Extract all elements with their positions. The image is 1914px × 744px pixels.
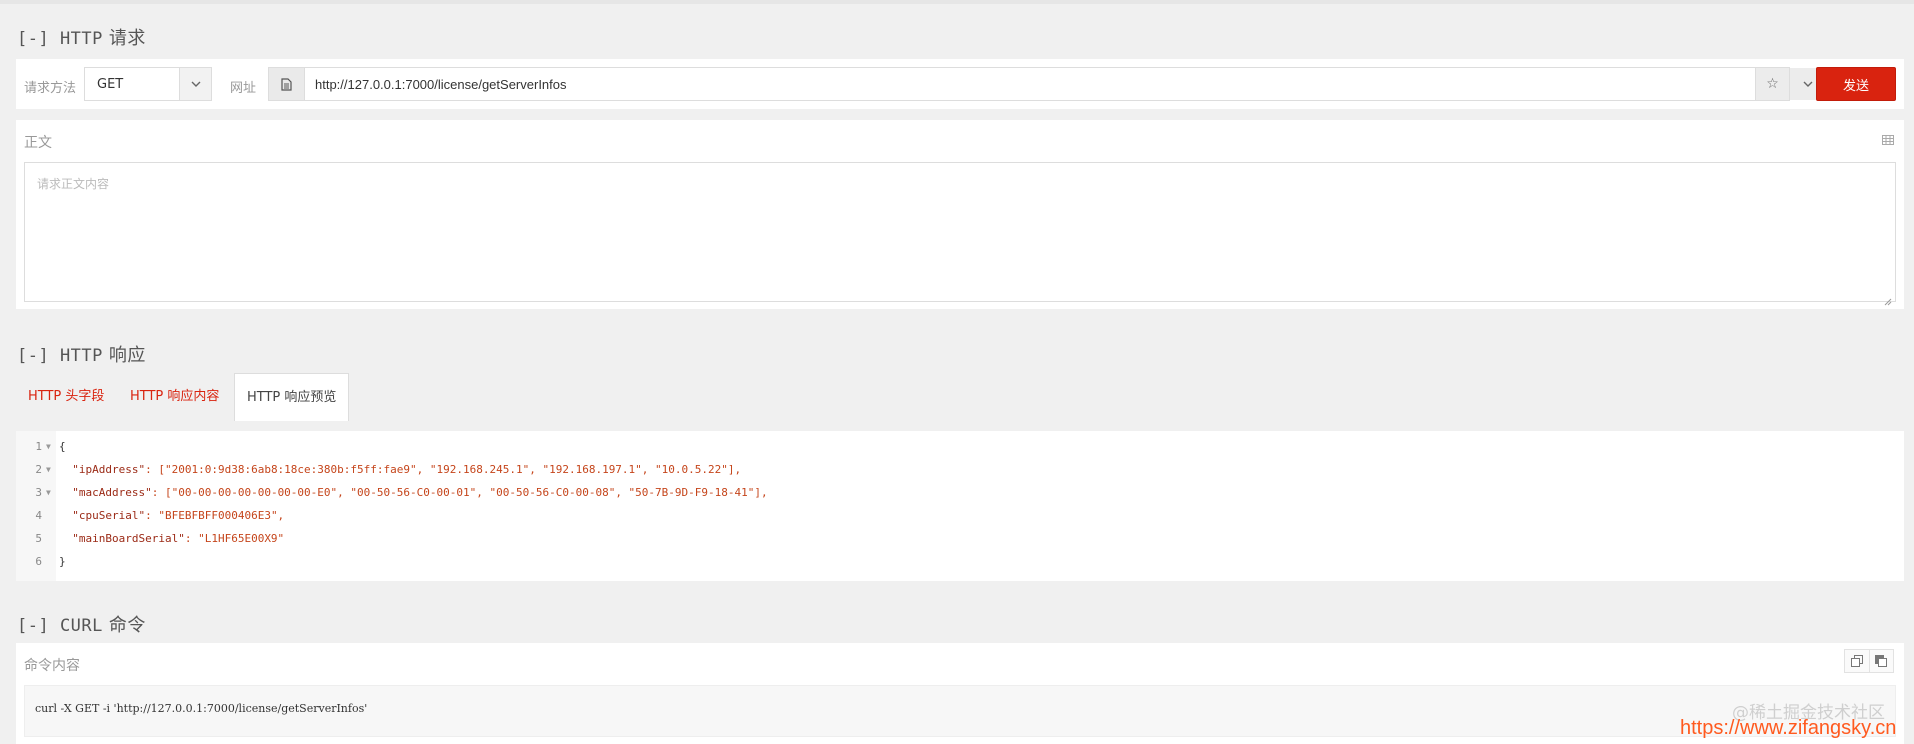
send-button[interactable]: 发送 — [1816, 67, 1896, 101]
code-text: "mainBoardSerial": "L1HF65E00X9" — [59, 527, 284, 550]
curl-command-box: curl -X GET -i 'http://127.0.0.1:7000/li… — [24, 685, 1896, 737]
tab-headers[interactable]: HTTP 头字段 — [16, 373, 116, 421]
code-text: "macAddress": ["00-00-00-00-00-00-00-E0"… — [59, 481, 768, 504]
line-number: 4 — [35, 509, 42, 522]
json-value: : ["2001:0:9d38:6ab8:18ce:380b:f5ff:fae9… — [145, 463, 742, 476]
code-line: 5 "mainBoardSerial": "L1HF65E00X9" — [16, 527, 1896, 550]
response-section-prefix: [-] HTTP — [17, 346, 103, 366]
top-divider — [0, 0, 1914, 4]
fold-arrow-icon[interactable]: ▼ — [46, 435, 51, 458]
body-panel: 正文 — [16, 120, 1904, 309]
json-value: : ["00-00-00-00-00-00-00-E0", "00-50-56-… — [151, 486, 768, 499]
code-line: 6 } — [16, 550, 1896, 573]
request-section-title[interactable]: [-] HTTP 请求 — [17, 24, 146, 50]
line-number: 2 — [35, 463, 42, 476]
curl-section-title[interactable]: [-] CURL 命令 — [17, 611, 146, 637]
body-textarea[interactable] — [24, 162, 1896, 302]
request-section-prefix: [-] HTTP — [17, 29, 103, 49]
method-select[interactable]: GET — [84, 67, 212, 101]
json-key: "cpuSerial" — [72, 509, 146, 522]
json-value: : "BFEBFBFF000406E3", — [145, 509, 285, 522]
response-section-title[interactable]: [-] HTTP 响应 — [17, 341, 146, 367]
copy-icon[interactable] — [1845, 650, 1869, 672]
request-bar: 请求方法 GET 网址 ☆ 发送 — [16, 59, 1904, 109]
curl-panel: 命令内容 curl -X GET -i 'http://127.0.0.1:70… — [16, 643, 1904, 744]
code-text: { — [59, 440, 66, 453]
resize-grip-icon[interactable] — [1884, 291, 1892, 306]
curl-title: 命令内容 — [24, 658, 80, 674]
curl-section-prefix: [-] CURL — [17, 616, 103, 636]
url-group: ☆ — [268, 67, 1825, 101]
json-key: "ipAddress" — [72, 463, 146, 476]
table-icon[interactable] — [1882, 130, 1894, 145]
chevron-down-icon[interactable] — [179, 68, 211, 100]
code-line: 4 "cpuSerial": "BFEBFBFF000406E3", — [16, 504, 1896, 527]
copy-button-group — [1844, 649, 1894, 673]
code-line: 3 ▼ "macAddress": ["00-00-00-00-00-00-00… — [16, 481, 1896, 504]
code-text: "ipAddress": ["2001:0:9d38:6ab8:18ce:380… — [59, 458, 741, 481]
method-label: 请求方法 — [24, 81, 77, 96]
url-label: 网址 — [230, 81, 257, 96]
curl-command-text: curl -X GET -i 'http://127.0.0.1:7000/li… — [35, 702, 368, 715]
tab-response-content[interactable]: HTTP 响应内容 — [118, 373, 231, 421]
method-value: GET — [97, 77, 124, 92]
code-text: } — [59, 555, 66, 568]
json-key: "macAddress" — [72, 486, 152, 499]
response-code-view: 1 ▼ { 2 ▼ "ipAddress": ["2001:0:9d38:6ab… — [16, 431, 1904, 581]
body-title: 正文 — [24, 135, 52, 151]
fold-arrow-icon[interactable]: ▼ — [46, 481, 51, 504]
response-section-cn: 响应 — [108, 345, 146, 366]
json-key: "mainBoardSerial" — [72, 532, 185, 545]
line-number: 5 — [35, 532, 42, 545]
code-line: 1 ▼ { — [16, 435, 1896, 458]
document-icon — [269, 68, 305, 100]
json-value: : "L1HF65E00X9" — [184, 532, 285, 545]
url-input[interactable] — [315, 68, 1695, 100]
fold-arrow-icon[interactable]: ▼ — [46, 458, 51, 481]
watermark-url: https://www.zifangsky.cn — [1680, 717, 1897, 739]
tab-response-preview[interactable]: HTTP 响应预览 — [234, 373, 350, 421]
request-section-cn: 请求 — [108, 28, 146, 49]
curl-section-cn: 命令 — [108, 615, 146, 636]
star-icon[interactable]: ☆ — [1755, 68, 1789, 100]
line-number: 1 — [35, 440, 42, 453]
line-number: 3 — [35, 486, 42, 499]
page: [-] HTTP请求 请求方法 GET 网址 ☆ 发送 正文 — [0, 0, 1914, 744]
paste-icon[interactable] — [1868, 650, 1894, 672]
code-text: "cpuSerial": "BFEBFBFF000406E3", — [59, 504, 284, 527]
code-line: 2 ▼ "ipAddress": ["2001:0:9d38:6ab8:18ce… — [16, 458, 1896, 481]
line-number: 6 — [35, 555, 42, 568]
